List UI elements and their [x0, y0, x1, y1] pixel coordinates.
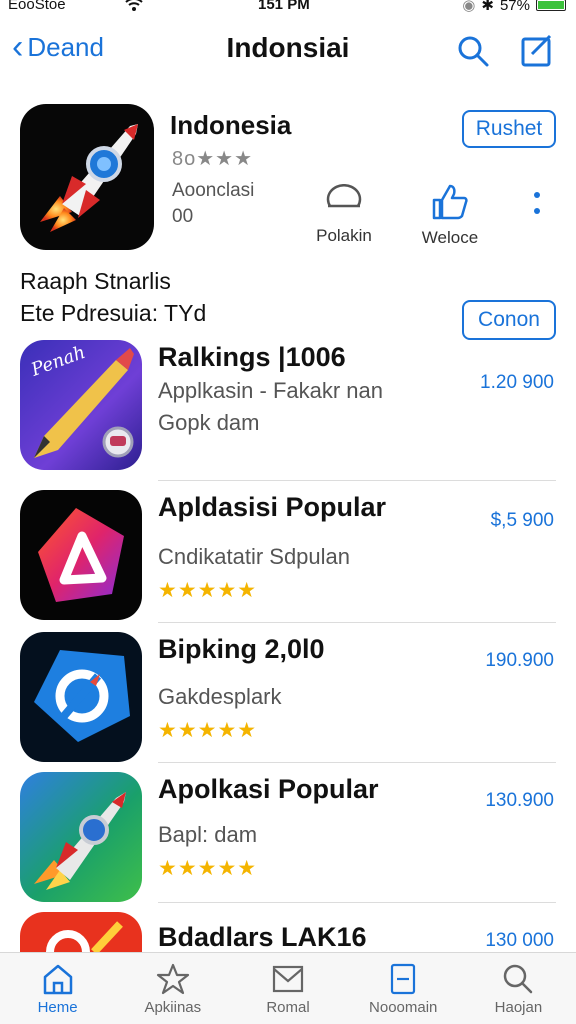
app-price[interactable]: $,5 900: [491, 510, 554, 532]
triangle-logo-icon: [38, 508, 124, 602]
navigation-bar: ‹ Deand Indonsiai: [0, 22, 576, 80]
list-item[interactable]: Bdadlars LAK16 130 000: [0, 912, 576, 952]
app-subtitle: Bapl: dam: [158, 822, 258, 847]
row-divider: [158, 480, 556, 481]
tab-label: Haojan: [494, 999, 543, 1016]
carrier-label: EooStoe: [8, 0, 66, 13]
rating-stars: ★★★★★: [158, 719, 258, 742]
row-divider: [158, 762, 556, 763]
app-logo-icon: [46, 921, 123, 952]
list-item[interactable]: Bipking 2,0l0 Gakdesplark ★★★★★ 190.900: [0, 632, 576, 772]
section-subtitle: Ete Pdresuia: TYd: [20, 300, 207, 326]
app-subtitle: Cndikatatir Sdpulan: [158, 544, 351, 569]
tab-label: Heme: [37, 999, 78, 1016]
chat-bubble-icon: [326, 184, 362, 208]
bluetooth-icon: ✱: [481, 0, 494, 14]
more-options-button[interactable]: [530, 192, 544, 222]
rating-stars: ★★★★★: [158, 857, 258, 880]
app-name: Ralkings |1006: [158, 342, 346, 372]
home-icon: [43, 964, 72, 995]
featured-app-subtitle: Aoonclasi: [172, 180, 255, 201]
row-divider: [158, 902, 556, 903]
thumbs-up-icon: [432, 184, 468, 220]
search-icon: [458, 36, 489, 67]
app-name: Bdadlars LAK16: [158, 922, 367, 952]
app-icon: [20, 632, 142, 762]
status-bar: EooStoe 151 PM ◉ ✱ 57%: [0, 0, 576, 18]
clock: 151 PM: [258, 0, 310, 13]
app-price[interactable]: 130.900: [485, 790, 554, 812]
battery-icon: [536, 0, 566, 11]
battery-percent: 57%: [499, 0, 530, 14]
svg-text:Penah: Penah: [28, 342, 89, 381]
app-name: Apldasisi Popular: [158, 492, 387, 522]
featured-get-button[interactable]: Rushet: [462, 110, 556, 148]
featured-app-icon[interactable]: [20, 104, 154, 250]
app-name: Bipking 2,0l0: [158, 634, 325, 664]
rocket-icon: [34, 792, 126, 890]
dot: [534, 208, 540, 214]
app-icon: [20, 490, 142, 620]
compose-button[interactable]: [520, 34, 554, 68]
tab-mail[interactable]: Romal: [230, 953, 345, 1024]
mail-icon: [272, 965, 304, 993]
app-price[interactable]: 130 000: [485, 930, 554, 952]
app-price[interactable]: 190.900: [485, 650, 554, 672]
app-icon: Penah: [20, 340, 142, 470]
minus-box-icon: [391, 963, 416, 995]
tab-bar: Heme Apkiinas Romal Nooomain Haojan: [0, 952, 576, 1024]
row-divider: [158, 622, 556, 623]
app-subtitle: Applkasin - Fakakr nan: [158, 378, 383, 403]
pencil-icon: Penah: [28, 342, 134, 458]
app-price[interactable]: 1.20 900: [480, 372, 554, 394]
search-icon: [504, 964, 533, 994]
tab-home[interactable]: Heme: [0, 953, 115, 1024]
action-label: Polakin: [316, 226, 372, 245]
action-label: Weloce: [421, 228, 479, 247]
tab-apps[interactable]: Apkiinas: [115, 953, 230, 1024]
tab-search[interactable]: Haojan: [461, 953, 576, 1024]
featured-app-name: Indonesia: [170, 110, 292, 140]
app-subtitle-2: Gopk dam: [158, 410, 260, 435]
section-see-all-button[interactable]: Conon: [462, 300, 556, 340]
tab-label: Nooomain: [369, 999, 438, 1016]
app-subtitle: Gakdesplark: [158, 684, 282, 709]
action-like[interactable]: Weloce: [412, 184, 488, 248]
dot: [534, 192, 540, 198]
section-title: Raaph Stnarlis: [20, 268, 171, 294]
compass-logo-icon: [34, 650, 130, 742]
wifi-icon: [124, 0, 144, 15]
tab-label: Romal: [266, 999, 310, 1016]
rocket-icon: [40, 124, 138, 232]
list-item[interactable]: Apldasisi Popular Cndikatatir Sdpulan ★★…: [0, 490, 576, 630]
location-icon: ◉: [462, 0, 476, 14]
tab-label: Apkiinas: [144, 999, 202, 1016]
rating-stars: ★★★★★: [158, 579, 258, 602]
list-item[interactable]: Apolkasi Popular Bapl: dam ★★★★★ 130.900: [0, 772, 576, 912]
app-name: Apolkasi Popular: [158, 774, 379, 804]
tab-updates[interactable]: Nooomain: [346, 953, 461, 1024]
featured-app-rating: 8o★★★: [172, 148, 254, 170]
action-publish[interactable]: Polakin: [306, 184, 382, 246]
list-item[interactable]: Penah Ralkings |1006 Applkasin - Fakakr …: [0, 340, 576, 481]
app-icon: [20, 772, 142, 902]
star-icon: [156, 963, 189, 995]
search-button[interactable]: [456, 34, 490, 68]
featured-app-subtitle-2: 00: [172, 206, 194, 227]
compose-icon: [521, 34, 552, 67]
app-icon: [20, 912, 142, 952]
